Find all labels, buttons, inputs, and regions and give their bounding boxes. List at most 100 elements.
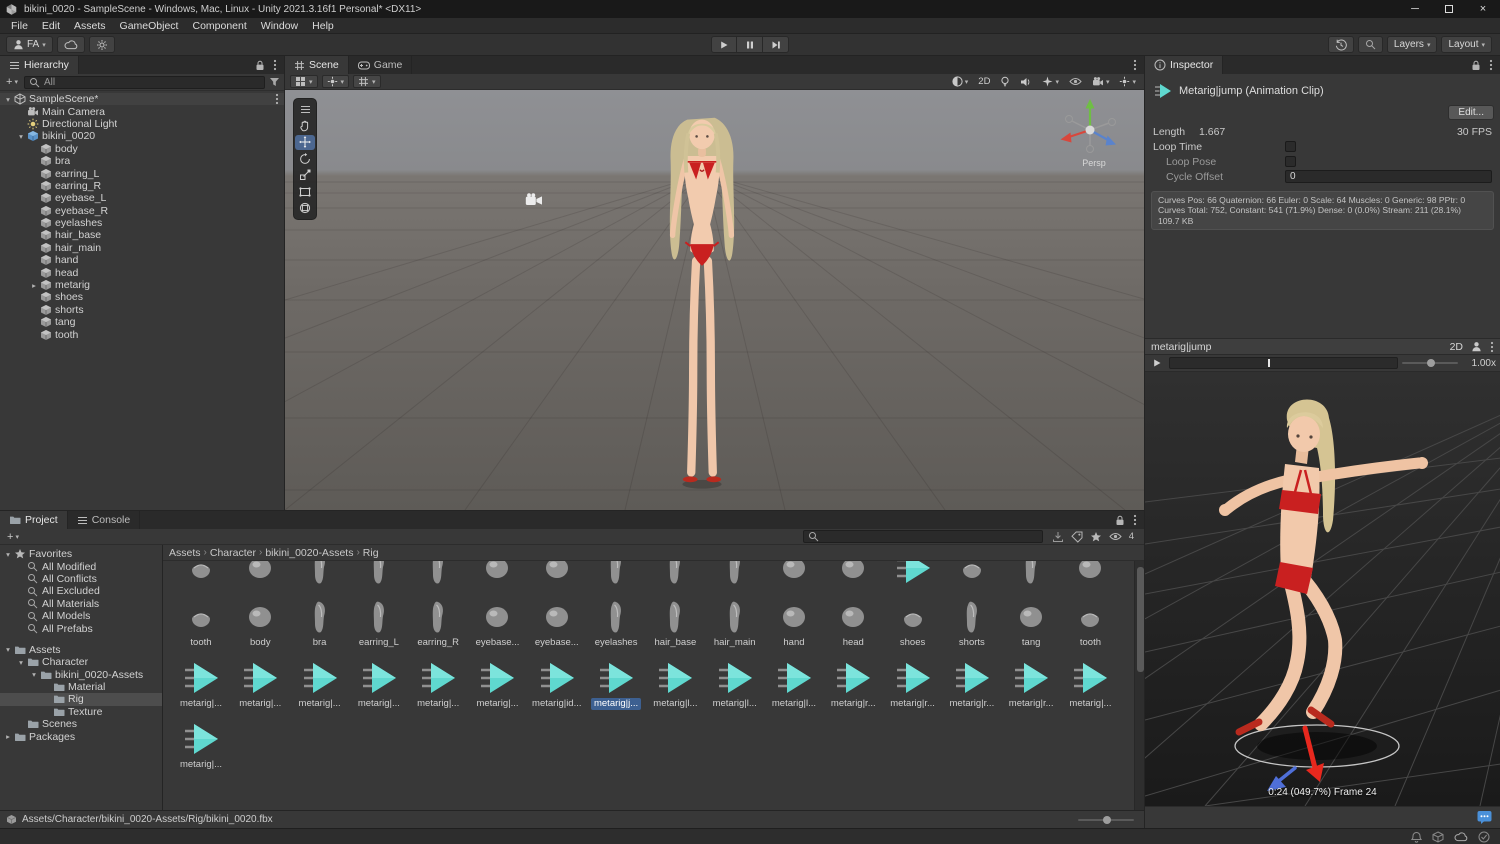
grid-scrollbar[interactable] xyxy=(1134,561,1144,810)
menu-item[interactable]: GameObject xyxy=(113,20,186,32)
tab-console[interactable]: Console xyxy=(68,511,141,529)
asset-item[interactable]: metarig|... xyxy=(292,658,348,710)
tab-inspector[interactable]: Inspector xyxy=(1145,56,1223,74)
asset-item[interactable]: shoes xyxy=(944,561,1000,588)
kebab-icon[interactable] xyxy=(1490,341,1494,353)
project-tree-row[interactable]: ▾Character xyxy=(0,656,162,668)
expand-arrow[interactable]: ▾ xyxy=(3,550,13,559)
project-tree-row[interactable]: Texture xyxy=(0,706,162,718)
asset-item[interactable]: metarig|... xyxy=(232,658,288,710)
lighting-toggle[interactable] xyxy=(997,76,1013,88)
animation-preview-viewport[interactable]: 0:24 (049.7%) Frame 24 xyxy=(1145,372,1500,806)
scene-viewport[interactable]: Persp xyxy=(285,90,1144,510)
rect-tool-button[interactable] xyxy=(295,184,315,200)
hierarchy-row[interactable]: hand xyxy=(0,254,284,266)
project-tree-row[interactable]: All Excluded xyxy=(0,585,162,597)
asset-item[interactable]: tooth xyxy=(1062,597,1118,649)
lock-icon[interactable] xyxy=(255,60,265,71)
close-button[interactable]: × xyxy=(1466,0,1500,18)
asset-item[interactable]: eyebase... xyxy=(469,561,525,588)
project-tree-row[interactable]: Rig xyxy=(0,693,162,705)
asset-item[interactable]: hair_base xyxy=(647,561,703,588)
snap-dropdown[interactable]: ▾ xyxy=(353,75,381,88)
tab-scene[interactable]: Scene xyxy=(285,56,349,74)
hierarchy-row[interactable]: shoes xyxy=(0,291,284,303)
play-button[interactable] xyxy=(711,36,737,53)
menu-item[interactable]: Window xyxy=(254,20,305,32)
hierarchy-row[interactable]: eyelashes xyxy=(0,217,284,229)
expand-arrow[interactable]: ▸ xyxy=(29,281,39,290)
asset-item[interactable]: metarig|r... xyxy=(1003,658,1059,710)
pause-button[interactable] xyxy=(737,36,763,53)
hierarchy-row[interactable]: eyebase_L xyxy=(0,192,284,204)
hierarchy-row[interactable]: body xyxy=(0,143,284,155)
asset-item[interactable]: shorts xyxy=(1003,561,1059,588)
preview-header[interactable]: metarig|jump 2D xyxy=(1145,338,1500,355)
asset-item[interactable]: metarig|l... xyxy=(766,658,822,710)
asset-item[interactable]: eyelashes xyxy=(588,561,644,588)
hierarchy-row[interactable]: ▸metarig xyxy=(0,279,284,291)
asset-item[interactable]: hair_main xyxy=(707,597,763,649)
menu-item[interactable]: Edit xyxy=(35,20,67,32)
project-tree-row[interactable]: Scenes xyxy=(0,718,162,730)
maximize-button[interactable] xyxy=(1432,0,1466,18)
project-tree-row[interactable]: All Models xyxy=(0,610,162,622)
project-tree-row[interactable]: ▾Assets xyxy=(0,644,162,656)
pivot-dropdown[interactable]: ▾ xyxy=(322,75,350,88)
menu-item[interactable]: Help xyxy=(305,20,341,32)
scene-visibility-toggle[interactable] xyxy=(1066,77,1085,86)
project-tree-row[interactable]: Material xyxy=(0,681,162,693)
hierarchy-row[interactable]: ▾SampleScene* xyxy=(0,93,284,105)
search-button[interactable] xyxy=(1358,36,1383,53)
hierarchy-row[interactable]: Directional Light xyxy=(0,118,284,130)
hierarchy-row[interactable]: hair_base xyxy=(0,229,284,241)
tab-project[interactable]: Project xyxy=(0,511,68,529)
expand-arrow[interactable]: ▾ xyxy=(3,95,13,104)
account-button[interactable]: FA ▾ xyxy=(6,36,53,53)
asset-item[interactable]: shorts xyxy=(944,597,1000,649)
hierarchy-row[interactable]: head xyxy=(0,266,284,278)
rotate-tool-button[interactable] xyxy=(295,151,315,167)
slider-knob[interactable] xyxy=(1103,816,1111,824)
move-tool-button[interactable] xyxy=(295,135,315,151)
import-icon[interactable] xyxy=(1052,531,1064,543)
preview-speed-slider[interactable] xyxy=(1402,357,1458,369)
create-asset-button[interactable]: +▾ xyxy=(5,531,21,543)
create-button[interactable]: +▾ xyxy=(4,76,20,88)
expand-arrow[interactable]: ▸ xyxy=(3,732,13,741)
menu-item[interactable]: Component xyxy=(185,20,253,32)
services-button[interactable] xyxy=(89,36,115,53)
kebab-icon[interactable] xyxy=(1133,514,1137,526)
edit-button[interactable]: Edit... xyxy=(1448,105,1494,120)
hierarchy-row[interactable]: hair_main xyxy=(0,242,284,254)
preview-play-button[interactable] xyxy=(1149,357,1165,370)
shading-mode-dropdown[interactable]: ▾ xyxy=(949,76,972,87)
hierarchy-row[interactable]: eyebase_R xyxy=(0,205,284,217)
asset-item[interactable]: eyelashes xyxy=(588,597,644,649)
asset-item[interactable]: metarig xyxy=(885,561,941,588)
kebab-icon[interactable] xyxy=(275,93,279,105)
gizmos-dropdown[interactable]: ▾ xyxy=(1116,76,1139,87)
lock-icon[interactable] xyxy=(1471,60,1481,71)
asset-item[interactable]: earring_L xyxy=(351,561,407,588)
asset-item[interactable]: tang xyxy=(1003,597,1059,649)
project-search-input[interactable] xyxy=(803,530,1043,543)
asset-item[interactable]: metarig|... xyxy=(173,719,229,771)
asset-item[interactable]: hair_base xyxy=(647,597,703,649)
scrollbar-thumb[interactable] xyxy=(1137,567,1144,672)
expand-arrow[interactable]: ▾ xyxy=(16,658,26,667)
preview-avatar-icon[interactable] xyxy=(1471,341,1482,352)
asset-item[interactable]: shoes xyxy=(885,597,941,649)
lock-icon[interactable] xyxy=(1115,515,1125,526)
view-tool-button[interactable] xyxy=(295,118,315,134)
cloud-status-icon[interactable] xyxy=(1454,832,1468,842)
project-tree-row[interactable]: ▾bikini_0020-Assets xyxy=(0,669,162,681)
2d-toggle[interactable]: 2D xyxy=(975,76,993,87)
asset-item[interactable]: eyebase... xyxy=(529,561,585,588)
hierarchy-row[interactable]: tang xyxy=(0,316,284,328)
menu-item[interactable]: Assets xyxy=(67,20,113,32)
asset-item[interactable]: body xyxy=(232,597,288,649)
asset-item[interactable]: head xyxy=(825,597,881,649)
asset-item[interactable]: hand xyxy=(766,561,822,588)
project-tree-row[interactable]: All Modified xyxy=(0,560,162,572)
